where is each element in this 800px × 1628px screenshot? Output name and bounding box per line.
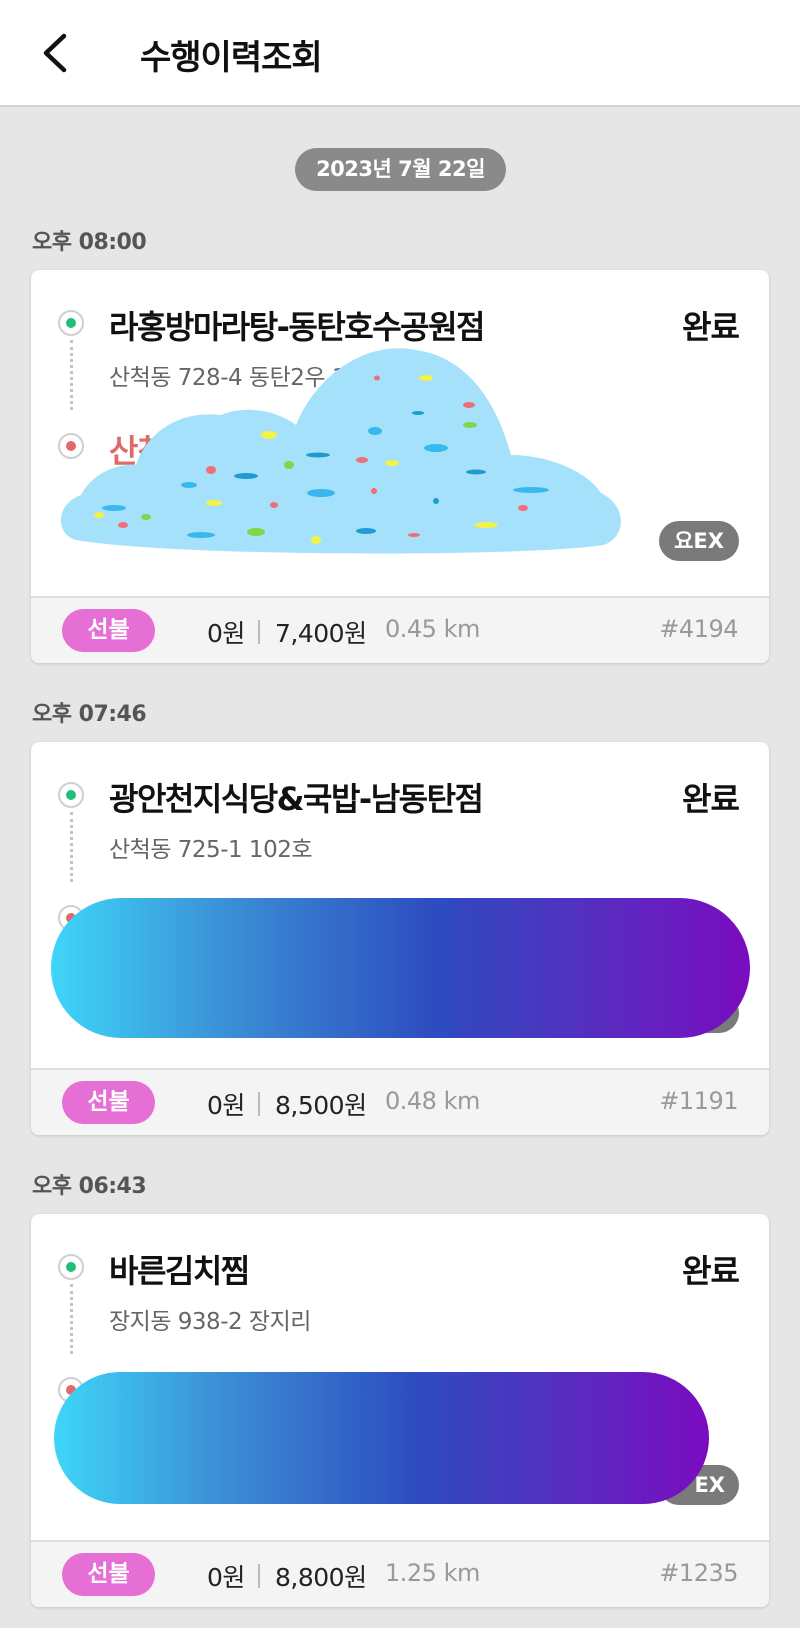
store-address: 장지동 938-2 장지리 (109, 1309, 311, 1335)
redaction-cloud (60, 348, 621, 554)
payment-type-badge: 선불 (62, 609, 155, 652)
distance-value: 1.25 km (385, 1559, 480, 1587)
origin-dot-icon (58, 1254, 84, 1280)
order-footer: 선불 0원 8,500원 0.48 km #1191 (31, 1068, 769, 1135)
fee-value: 0원 (207, 619, 245, 648)
divider (258, 1564, 260, 1588)
redaction-bar (54, 1372, 709, 1504)
route-line (70, 1284, 73, 1354)
order-time: 오후 08:00 (32, 230, 147, 255)
order-time: 오후 07:46 (32, 702, 147, 727)
order-number: #4194 (659, 615, 738, 643)
order-time: 오후 06:43 (32, 1174, 147, 1199)
fee-value: 0원 (207, 1563, 245, 1592)
origin-dot-icon (58, 782, 84, 808)
amount-value: 7,400원 (275, 619, 367, 648)
divider (258, 1092, 260, 1116)
distance-value: 0.48 km (385, 1087, 480, 1115)
origin-dot-icon (58, 310, 84, 336)
amount-value: 8,800원 (275, 1563, 367, 1592)
divider (258, 620, 260, 644)
payment-type-badge: 선불 (62, 1553, 155, 1596)
date-pill: 2023년 7월 22일 (295, 148, 506, 191)
app-header: 수행이력조회 (0, 0, 800, 107)
order-number: #1235 (659, 1559, 738, 1587)
order-footer: 선불 0원 8,800원 1.25 km #1235 (31, 1540, 769, 1607)
redaction-bar (51, 898, 750, 1038)
payment-type-badge: 선불 (62, 1081, 155, 1124)
amount-value: 8,500원 (275, 1091, 367, 1120)
status-label: 완료 (682, 780, 740, 818)
page-title: 수행이력조회 (140, 38, 323, 78)
status-label: 완료 (682, 308, 740, 346)
delivery-type-badge: 요EX (659, 521, 739, 561)
store-name: 광안천지식당&국밥-남동탄점 (109, 780, 484, 818)
distance-value: 0.45 km (385, 615, 480, 643)
route-line (70, 812, 73, 882)
chevron-left-icon[interactable] (34, 30, 80, 76)
order-number: #1191 (659, 1087, 738, 1115)
store-address: 산척동 725-1 102호 (109, 837, 313, 863)
status-label: 완료 (682, 1252, 740, 1290)
fee-value: 0원 (207, 1091, 245, 1120)
order-footer: 선불 0원 7,400원 0.45 km #4194 (31, 596, 769, 663)
store-name: 라홍방마라탕-동탄호수공원점 (109, 308, 486, 346)
store-name: 바른김치찜 (109, 1252, 250, 1290)
